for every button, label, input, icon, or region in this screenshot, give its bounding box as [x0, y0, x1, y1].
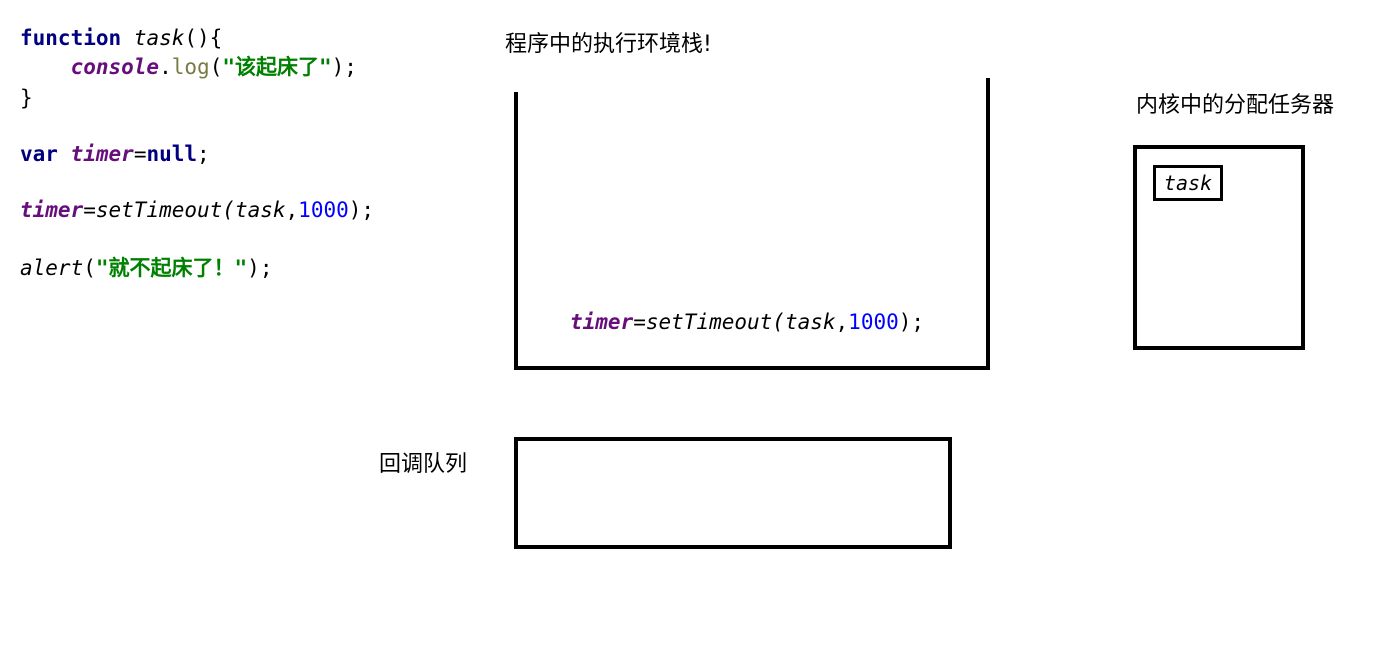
code-line-console-log: console.log("该起床了"); [20, 53, 357, 81]
stack-right-wall [986, 78, 990, 370]
timer-variable: timer [70, 142, 134, 166]
settimeout-call: =setTimeout( [633, 310, 785, 334]
code-paren-open: ( [209, 55, 223, 79]
number-literal: 1000 [298, 198, 349, 222]
code-dot: . [159, 55, 172, 79]
keyword-null: null [146, 142, 198, 166]
code-line-var-decl: var timer=null; [20, 140, 210, 168]
keyword-var: var [20, 142, 58, 166]
log-method: log [171, 55, 210, 79]
close-brace: } [20, 86, 33, 110]
code-comma: , [835, 310, 849, 334]
callback-queue-box [514, 437, 952, 549]
code-paren-open: ( [83, 256, 96, 280]
stack-title: 程序中的执行环境栈! [505, 32, 712, 57]
code-line-function-decl: function task(){ [20, 24, 222, 52]
alert-function: alert [20, 256, 84, 280]
stack-left-wall [514, 92, 518, 370]
task-chip: task [1153, 165, 1223, 201]
console-object: console [70, 55, 160, 79]
queue-title: 回调队列 [379, 452, 468, 477]
task-argument: task [234, 198, 286, 222]
code-eq: = [133, 142, 147, 166]
string-literal: "该起床了" [222, 55, 332, 79]
number-literal: 1000 [848, 310, 899, 334]
function-name: task [133, 26, 185, 50]
code-paren-close: ); [898, 310, 925, 334]
stack-frame: timer=setTimeout(task,1000); [570, 308, 924, 336]
code-punct: (){ [184, 26, 223, 50]
stack-bottom-wall [514, 366, 990, 370]
code-paren-close: ); [348, 198, 375, 222]
code-line-alert: alert("就不起床了！"); [20, 254, 272, 282]
code-paren-close: ); [331, 55, 357, 79]
code-line-close-brace: } [20, 84, 33, 112]
keyword-function: function [20, 26, 122, 50]
code-comma: , [285, 198, 299, 222]
code-paren-close: ); [247, 256, 273, 280]
code-semicolon: ; [197, 142, 210, 166]
settimeout-call: =setTimeout( [83, 198, 235, 222]
kernel-title: 内核中的分配任务器 [1136, 93, 1335, 118]
task-argument: task [784, 310, 836, 334]
code-line-settimeout: timer=setTimeout(task,1000); [20, 196, 374, 224]
timer-variable: timer [20, 198, 84, 222]
timer-variable: timer [570, 310, 634, 334]
string-literal: "就不起床了！" [95, 256, 248, 280]
